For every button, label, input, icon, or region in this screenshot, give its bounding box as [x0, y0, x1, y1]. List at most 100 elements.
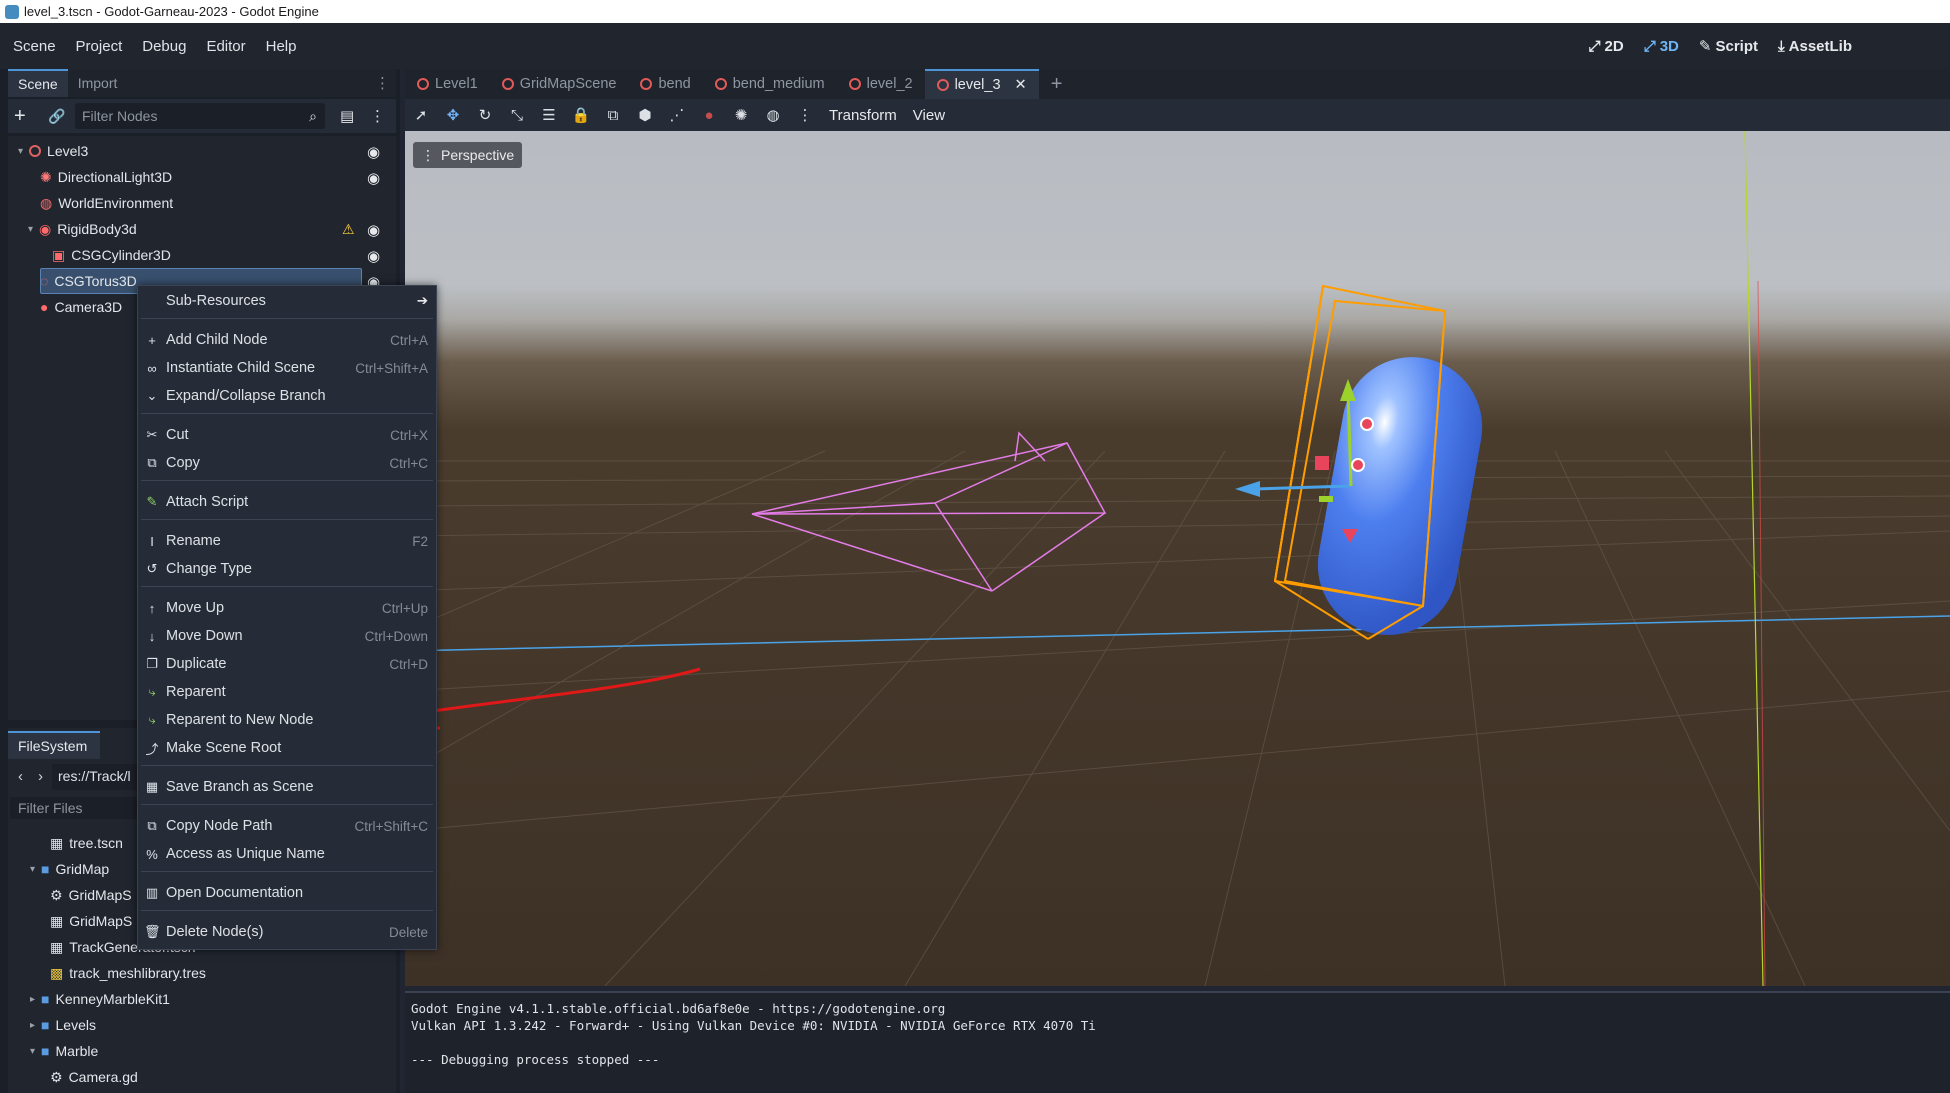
scale-tool-icon[interactable]: ⤡	[501, 107, 533, 124]
perspective-button[interactable]: ⋮ Perspective	[413, 142, 523, 168]
menu-editor[interactable]: Editor	[199, 38, 252, 55]
folder-item[interactable]: ▾ ■ GridMap	[30, 856, 109, 882]
menu-item-open-documentation[interactable]: ▥ Open Documentation	[138, 880, 436, 906]
menu-item-reparent-to-new-node[interactable]: ⤷ Reparent to New Node	[138, 707, 436, 733]
sun-icon[interactable]: ✺	[725, 106, 757, 124]
tab-bend-medium[interactable]: bend_medium	[703, 69, 837, 99]
menu-item-sub-resources[interactable]: Sub-Resources ➔	[138, 288, 436, 314]
menu-item-add-child-node[interactable]: + Add Child Node Ctrl+A	[138, 327, 436, 353]
menu-debug[interactable]: Debug	[135, 38, 193, 55]
menu-item-instantiate-child-scene[interactable]: ∞ Instantiate Child Scene Ctrl+Shift+A	[138, 355, 436, 381]
camera-preview-icon[interactable]: ●	[693, 107, 725, 124]
file-item[interactable]: ⚙ GridMapS	[50, 882, 132, 908]
tab-level-3[interactable]: level_3 ✕	[924, 69, 1039, 99]
menu-item-move-down[interactable]: ↓ Move Down Ctrl+Down	[138, 623, 436, 649]
scene-tab-icon	[640, 78, 653, 90]
menu-project[interactable]: Project	[69, 38, 130, 55]
tree-node-rigidbody3d[interactable]: ▾ ◉ RigidBody3d	[28, 216, 137, 242]
tree-node-directionallight3d[interactable]: ✺ DirectionalLight3D	[40, 164, 172, 190]
menu-separator	[141, 871, 433, 872]
warning-icon[interactable]: ⚠	[342, 221, 355, 238]
workspace-3d-button[interactable]: ⤢ 3D	[1644, 38, 1679, 55]
visibility-eye-icon[interactable]: ◉	[367, 247, 380, 265]
menu-item-attach-script[interactable]: ✎ Attach Script	[138, 489, 436, 515]
menu-scene[interactable]: Scene	[6, 38, 63, 55]
workspace-2d-button[interactable]: ⤢ 2D	[1589, 38, 1624, 55]
menu-item-rename[interactable]: I Rename F2	[138, 528, 436, 554]
visibility-eye-icon[interactable]: ◉	[367, 221, 380, 239]
forward-arrow-icon[interactable]: ›	[38, 768, 43, 785]
menu-separator	[141, 910, 433, 911]
menu-item-copy[interactable]: ⧉ Copy Ctrl+C	[138, 450, 436, 476]
tab-filesystem[interactable]: FileSystem	[8, 731, 100, 759]
file-item[interactable]: ▦ GridMapS	[50, 908, 132, 934]
snap-icon[interactable]: ⋰	[661, 106, 693, 124]
workspace-assetlib-button[interactable]: ⤓ AssetLib	[1778, 38, 1852, 55]
workspace-script-button[interactable]: ✎ Script	[1698, 37, 1758, 56]
select-tool-icon[interactable]: ➚	[405, 106, 437, 124]
tree-node-level3[interactable]: ▾ Level3	[18, 138, 88, 164]
filter-nodes-input[interactable]: Filter Nodes ⌕	[75, 103, 325, 129]
folder-item[interactable]: ▸ ■ Levels	[30, 1012, 96, 1038]
tab-level1[interactable]: Level1	[405, 69, 490, 99]
close-icon[interactable]: ✕	[1015, 77, 1027, 93]
add-node-icon[interactable]: +	[14, 105, 26, 128]
scene-tab-icon	[417, 78, 429, 90]
menu-item-delete-nodes[interactable]: 🗑 Delete Node(s) Delete	[138, 919, 436, 945]
folder-item[interactable]: ▸ ■ KenneyMarbleKit1	[30, 986, 170, 1012]
menu-item-save-branch-as-scene[interactable]: ▦ Save Branch as Scene	[138, 774, 436, 800]
menu-item-duplicate[interactable]: ❐ Duplicate Ctrl+D	[138, 651, 436, 677]
dock-menu-icon[interactable]: ⋮	[375, 74, 390, 92]
tab-gridmapscene[interactable]: GridMapScene	[490, 69, 629, 99]
csg-icon: ▣	[52, 246, 66, 263]
transform-menu[interactable]: Transform	[821, 107, 905, 124]
scene-tools-menu-icon[interactable]: ⋮	[370, 107, 385, 125]
menu-help[interactable]: Help	[259, 38, 304, 55]
tab-level-2[interactable]: level_2	[837, 69, 925, 99]
attach-script-icon[interactable]: ▤	[340, 107, 354, 125]
tree-node-camera3d[interactable]: ● Camera3D	[40, 294, 122, 320]
menu-item-cut[interactable]: ✂ Cut Ctrl+X	[138, 422, 436, 448]
godot-app-icon	[5, 4, 19, 19]
file-item[interactable]: ▦ tree.tscn	[50, 830, 123, 856]
menu-item-reparent[interactable]: ⤷ Reparent	[138, 679, 436, 705]
tab-scene[interactable]: Scene	[8, 69, 68, 97]
back-arrow-icon[interactable]: ‹	[18, 768, 23, 785]
menu-item-change-type[interactable]: ↺ Change Type	[138, 556, 436, 582]
menu-item-copy-node-path[interactable]: ⧉ Copy Node Path Ctrl+Shift+C	[138, 813, 436, 839]
lock-icon[interactable]: 🔒	[565, 106, 597, 124]
instantiate-link-icon[interactable]: 🔗	[48, 108, 65, 125]
percent-icon: %	[146, 846, 158, 862]
view-menu[interactable]: View	[905, 107, 953, 124]
menu-item-move-up[interactable]: ↑ Move Up Ctrl+Up	[138, 595, 436, 621]
tab-import[interactable]: Import	[68, 69, 128, 97]
folder-item[interactable]: ▾ ■ Marble	[30, 1038, 98, 1064]
menu-item-access-as-unique-name[interactable]: % Access as Unique Name	[138, 841, 436, 867]
more-options-icon[interactable]: ⋮	[789, 106, 821, 124]
menu-item-expand-collapse-branch[interactable]: ⌄ Expand/Collapse Branch	[138, 383, 436, 409]
visibility-eye-icon[interactable]: ◉	[367, 143, 380, 161]
list-tool-icon[interactable]: ☰	[533, 106, 565, 124]
script-icon: ✎	[1698, 38, 1712, 55]
rotate-tool-icon[interactable]: ↻	[469, 106, 501, 124]
trash-icon: 🗑	[144, 924, 161, 939]
path-field[interactable]: res://Track/l	[52, 764, 142, 790]
tab-bend[interactable]: bend	[628, 69, 702, 99]
copy-path-icon: ⧉	[147, 818, 157, 833]
local-space-icon[interactable]: ⬢	[629, 106, 661, 124]
tree-node-worldenvironment[interactable]: ◍ WorldEnvironment	[40, 190, 173, 216]
file-item[interactable]: ⚙ Camera.gd	[50, 1064, 138, 1090]
visibility-eye-icon[interactable]: ◉	[367, 169, 380, 187]
environment-icon[interactable]: ◍	[757, 106, 789, 124]
group-icon[interactable]: ⧉	[597, 107, 629, 124]
move-tool-icon[interactable]: ✥	[437, 106, 469, 124]
rigidbody-icon: ◉	[39, 220, 52, 237]
file-item[interactable]: ▩ track_meshlibrary.tres	[50, 960, 206, 986]
menu-item-make-scene-root[interactable]: ⤴ Make Scene Root	[138, 735, 436, 761]
add-tab-icon[interactable]: +	[1039, 69, 1075, 99]
3d-viewport[interactable]	[405, 131, 1950, 986]
filter-files-input[interactable]: Filter Files	[10, 797, 140, 819]
context-menu: Sub-Resources ➔ + Add Child Node Ctrl+A ∞ In…	[137, 285, 437, 950]
tree-node-csgcylinder3d[interactable]: ▣ CSGCylinder3D	[52, 242, 171, 268]
tree-node-csgtorus3d[interactable]: ◌ CSGTorus3D	[40, 268, 137, 294]
